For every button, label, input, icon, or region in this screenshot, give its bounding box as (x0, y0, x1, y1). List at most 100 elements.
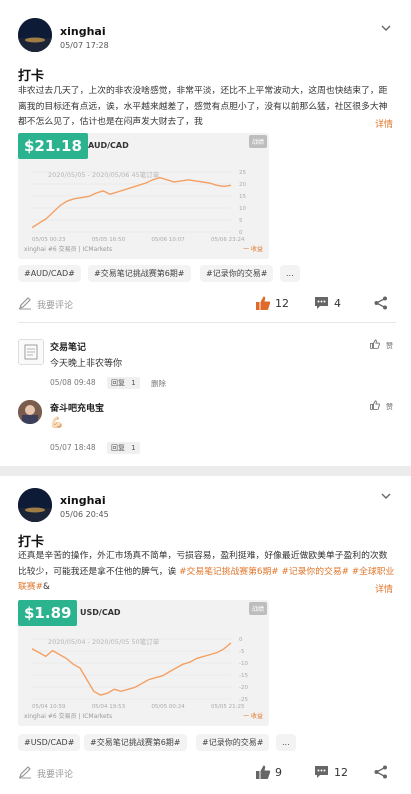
profit-line-chart: 2020/05/05 - 2020/05/06 45笔订单 25201510500… (31, 170, 246, 242)
thumbs-up-icon[interactable] (255, 764, 271, 780)
like-count: 12 (275, 297, 289, 310)
tag-chip[interactable]: #记录你的交易# (200, 265, 274, 282)
comment-icon[interactable] (314, 765, 329, 779)
y-tick-label: 5 (239, 218, 243, 224)
edit-icon[interactable] (18, 296, 32, 310)
x-tick-label: 05/05 00:24 (151, 704, 185, 709)
record-badge: 战绩 (248, 135, 267, 148)
chevron-down-icon[interactable] (380, 490, 392, 502)
post-title: 打卡 (18, 69, 45, 84)
comment-icon[interactable] (314, 296, 329, 310)
post-body[interactable]: 还真是辛苦的操作，外汇市场真不简单，亏损容易，盈利挺难，好像最近做欧美单子盈利的… (18, 549, 396, 596)
comment-time: 05/07 18:48 (50, 443, 96, 452)
tag-chip[interactable]: #记录你的交易# (196, 734, 270, 751)
tag-chip-more[interactable]: ... (280, 265, 300, 282)
reply-label: 回复 (111, 444, 125, 452)
reply-button[interactable]: 回复 1 (107, 377, 140, 389)
tag-chip[interactable]: #AUD/CAD# (18, 265, 81, 282)
notebook-logo-icon (24, 344, 38, 360)
thumbs-up-outline-icon[interactable] (370, 400, 380, 410)
x-tick-label: 05/06 23:24 (211, 237, 245, 242)
divider (18, 322, 396, 323)
y-tick-label: -25 (239, 697, 248, 703)
avatar-image (18, 488, 52, 522)
trade-record-card[interactable]: $21.18 AUD/CAD 战绩 2020/05/05 - 2020/05/0… (18, 133, 269, 259)
series-line (31, 642, 232, 696)
post-time: 05/06 20:45 (60, 510, 109, 519)
x-tick-label: 05/05 21:25 (211, 704, 245, 709)
y-tick-label: -10 (239, 661, 248, 667)
thumbs-up-icon[interactable] (255, 295, 271, 311)
profit-price: $1.89 (18, 600, 78, 626)
comment-text: 今天晚上非农等你 (50, 359, 123, 369)
y-tick-label: -15 (239, 673, 248, 679)
y-tick-label: 0 (239, 230, 243, 236)
thumbs-up-outline-icon[interactable] (370, 339, 380, 349)
share-icon[interactable] (374, 765, 388, 779)
comment-count: 12 (334, 766, 348, 779)
y-tick-label: 20 (239, 182, 246, 188)
profit-price: $21.18 (18, 133, 88, 159)
x-tick-label: 05/04 19:53 (92, 704, 126, 709)
like-label[interactable]: 赞 (386, 341, 393, 351)
reply-count: 1 (131, 444, 136, 452)
profit-line-chart: 2020/05/04 - 2020/05/05 50笔订单 0 -5 -10 -15 -2… (31, 637, 248, 709)
tag-chip[interactable]: #USD/CAD# (18, 734, 81, 751)
hashtag-link[interactable]: #记录你的交易# (279, 567, 349, 577)
like-count: 9 (275, 766, 282, 779)
comment-input[interactable]: 我要评论 (37, 767, 73, 780)
avatar[interactable] (18, 400, 42, 424)
post-card: xinghai 05/06 20:45 打卡 还真是辛苦的操作，外汇市场真不简单… (0, 476, 411, 794)
avatar-image (18, 18, 52, 52)
x-tick-label: 05/06 10:07 (151, 237, 185, 242)
avatar-image (18, 400, 42, 424)
card-footer: xinghai #6 交易员 | ICMarkets (24, 713, 113, 720)
avatar[interactable] (18, 488, 52, 522)
edit-icon[interactable] (18, 765, 32, 779)
post-time: 05/07 17:28 (60, 41, 109, 50)
comment-count: 4 (334, 297, 341, 310)
x-tick-label: 05/05 00:23 (32, 237, 66, 242)
x-tick-label: 05/04 10:59 (32, 704, 66, 709)
reply-label: 回复 (111, 379, 125, 387)
commenter-name[interactable]: 奋斗吧充电宝 (50, 401, 104, 414)
x-tick-label: 05/05 16:50 (92, 237, 126, 242)
avatar[interactable] (18, 18, 52, 52)
post-card: xinghai 05/07 17:28 打卡 非农过去几天了，上次的非农没啥感觉… (0, 0, 411, 466)
delete-button[interactable]: 删除 (151, 378, 166, 389)
range-label: 2020/05/05 - 2020/05/06 45笔订单 (48, 170, 160, 179)
hashtag-link[interactable]: #交易笔记挑战赛第6期# (179, 567, 279, 577)
record-badge: 战绩 (248, 602, 267, 615)
share-icon[interactable] (374, 296, 388, 310)
legend-label: 一 收益 (243, 713, 263, 720)
card-footer: xinghai #6 交易员 | ICMarkets (24, 246, 113, 253)
comment-emoji: 💪🏻 (50, 416, 64, 429)
y-tick-label: 0 (239, 637, 243, 643)
y-tick-label: -5 (239, 649, 245, 655)
range-label: 2020/05/04 - 2020/05/05 50笔订单 (48, 637, 160, 646)
reply-button[interactable]: 回复 1 (107, 442, 140, 454)
commenter-name[interactable]: 交易笔记 (50, 340, 86, 353)
username[interactable]: xinghai (60, 25, 106, 38)
detail-link[interactable]: 详情 (375, 117, 393, 130)
avatar[interactable] (18, 339, 44, 365)
tag-chip[interactable]: #交易笔记挑战赛第6期# (88, 265, 191, 282)
comment-input[interactable]: 我要评论 (37, 298, 73, 311)
y-tick-label: 25 (239, 170, 246, 176)
detail-link[interactable]: 详情 (375, 582, 393, 595)
currency-pair: USD/CAD (80, 608, 121, 617)
trade-record-card[interactable]: $1.89 USD/CAD 战绩 2020/05/04 - 2020/05/05… (18, 600, 269, 726)
reply-count: 1 (131, 379, 136, 387)
y-tick-label: 10 (239, 206, 246, 212)
y-tick-label: 15 (239, 194, 246, 200)
comment-time: 05/08 09:48 (50, 378, 96, 387)
tag-chip[interactable]: #交易笔记挑战赛第6期# (84, 734, 187, 751)
legend-label: 一 收益 (243, 246, 263, 253)
body-suffix: & (42, 582, 50, 592)
y-tick-label: -20 (239, 685, 248, 691)
username[interactable]: xinghai (60, 494, 106, 507)
chevron-down-icon[interactable] (380, 22, 392, 34)
post-title: 打卡 (18, 535, 45, 550)
tag-chip-more[interactable]: ... (276, 734, 296, 751)
like-label[interactable]: 赞 (386, 402, 393, 412)
